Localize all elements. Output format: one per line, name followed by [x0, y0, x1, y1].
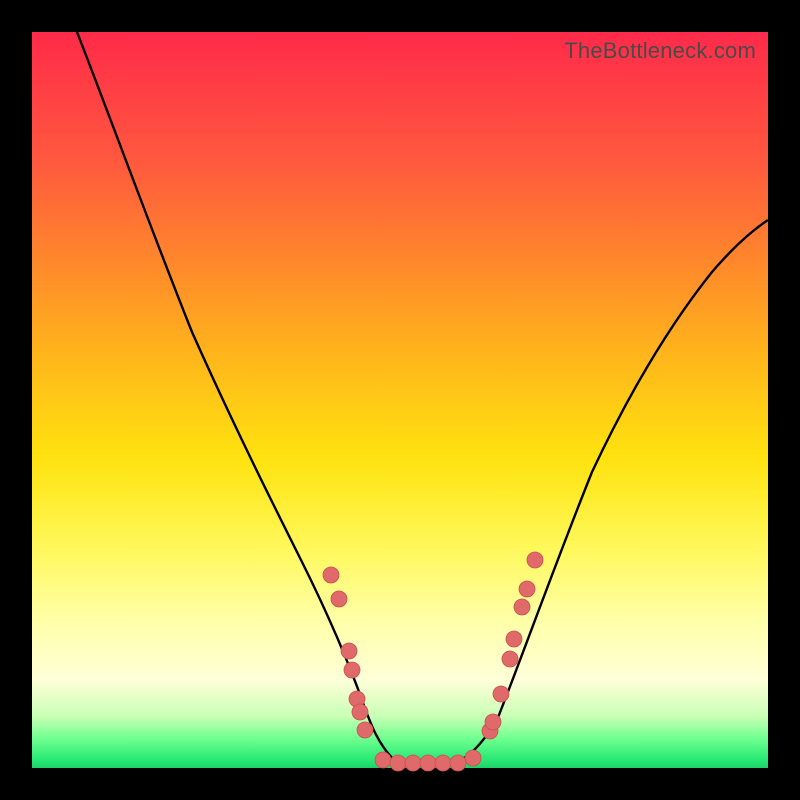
dot	[375, 752, 391, 768]
dot	[323, 567, 339, 583]
dot	[390, 755, 406, 771]
dot	[493, 686, 509, 702]
dot	[352, 704, 368, 720]
dot	[331, 591, 347, 607]
dot	[344, 662, 360, 678]
chart-svg	[32, 32, 768, 768]
dot	[357, 722, 373, 738]
dot	[405, 755, 421, 771]
dot	[527, 552, 543, 568]
dot	[514, 599, 530, 615]
dot	[506, 631, 522, 647]
dot	[485, 714, 501, 730]
dots-group	[323, 552, 543, 771]
dot	[519, 581, 535, 597]
dot	[450, 755, 466, 771]
dot	[420, 755, 436, 771]
dot	[435, 755, 451, 771]
bottleneck-curve	[77, 32, 768, 763]
dot	[341, 643, 357, 659]
plot-area: TheBottleneck.com	[32, 32, 768, 768]
dot	[502, 651, 518, 667]
dot	[465, 750, 481, 766]
outer-frame: TheBottleneck.com	[0, 0, 800, 800]
